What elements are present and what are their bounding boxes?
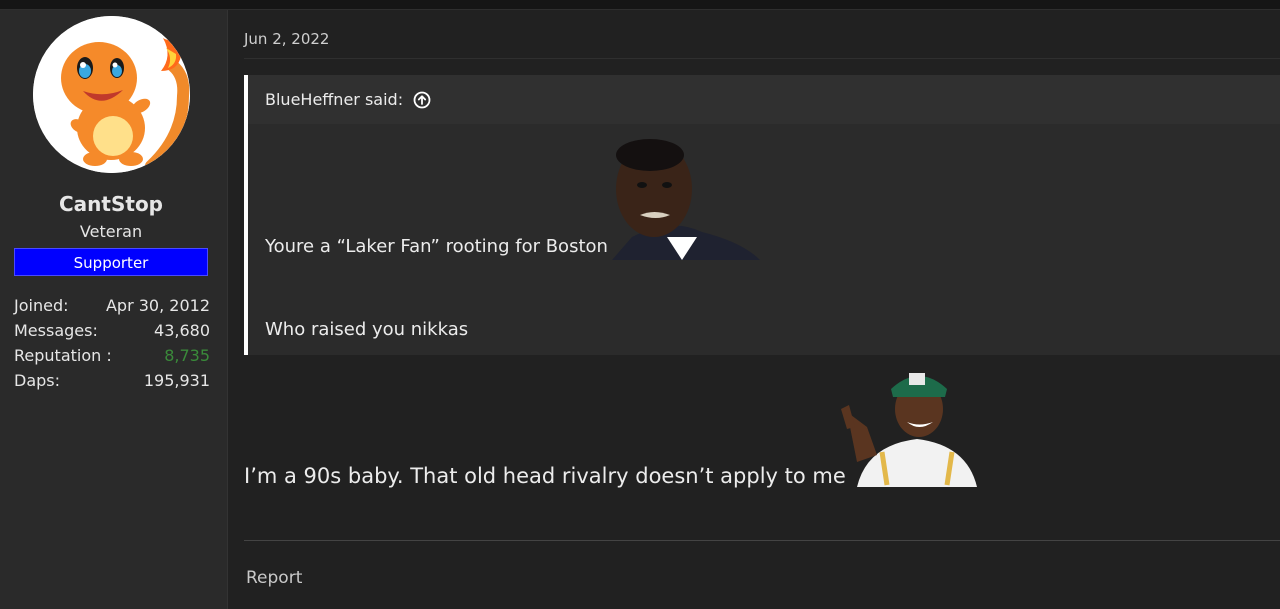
- report-link[interactable]: Report: [246, 568, 302, 588]
- reaction-face-icon: [612, 139, 760, 260]
- quote-block: BlueHeffner said: Youre a “Laker Fan” ro…: [244, 75, 1280, 355]
- quote-author: BlueHeffner said:: [265, 90, 404, 109]
- post-body-text: I’m a 90s baby. That old head rivalry do…: [244, 464, 846, 488]
- charmander-avatar-icon: [33, 16, 190, 173]
- top-bar: [0, 0, 1280, 10]
- quote-author-link[interactable]: BlueHeffner said:: [265, 90, 431, 109]
- pointing-man-image: [827, 367, 979, 487]
- supporter-banner: Supporter: [14, 248, 208, 276]
- user-title: Veteran: [79, 222, 143, 241]
- stat-label: Reputation :: [14, 346, 112, 365]
- post-arrow: [214, 52, 227, 72]
- stat-value[interactable]: 43,680: [154, 321, 210, 340]
- footer-divider: [244, 540, 1280, 541]
- avatar[interactable]: [33, 16, 190, 173]
- stat-value: Apr 30, 2012: [105, 296, 210, 315]
- date-divider: [244, 58, 1280, 59]
- quote-header: BlueHeffner said:: [248, 75, 1280, 124]
- arrow-up-circle-icon[interactable]: [413, 91, 431, 109]
- pointing-man-icon: [841, 373, 977, 487]
- stat-label: Daps:: [14, 371, 61, 390]
- man-reaction-image: [612, 137, 760, 260]
- stat-label: Joined:: [14, 296, 69, 315]
- post-date[interactable]: Jun 2, 2022: [244, 30, 329, 48]
- stat-value: 8,735: [164, 346, 210, 365]
- quote-text-line: Youre a “Laker Fan” rooting for Boston: [265, 236, 608, 257]
- stat-value: 195,931: [143, 371, 210, 390]
- quote-text-line: Who raised you nikkas: [265, 319, 469, 340]
- stat-label: Messages:: [14, 321, 98, 340]
- username[interactable]: CantStop: [0, 192, 222, 216]
